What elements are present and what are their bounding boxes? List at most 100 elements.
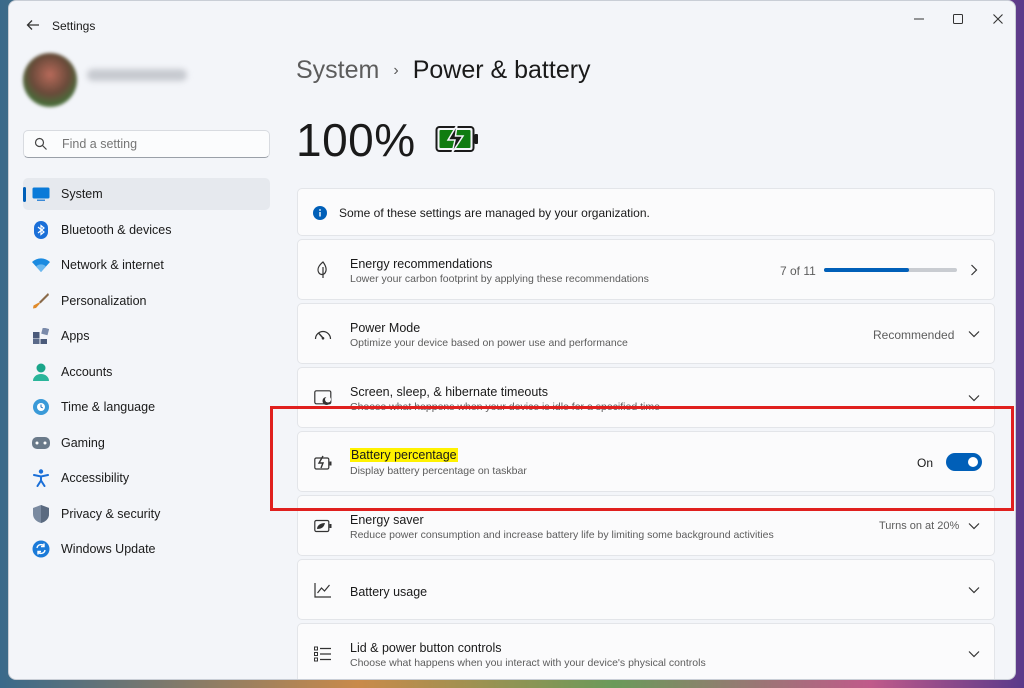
energy-progress-bar	[824, 268, 957, 272]
screen-sleep-card[interactable]: Screen, sleep, & hibernate timeouts Choo…	[297, 367, 995, 428]
energy-saver-desc: Reduce power consumption and increase ba…	[350, 529, 774, 541]
sidebar-item-label: Bluetooth & devices	[61, 222, 172, 237]
chevron-down-icon[interactable]	[967, 647, 981, 661]
screen-sleep-desc: Choose what happens when your device is …	[350, 401, 660, 413]
minimize-button[interactable]	[905, 9, 933, 29]
bluetooth-icon	[31, 220, 51, 240]
sidebar-item-label: Gaming	[61, 435, 105, 450]
list-icon	[313, 644, 333, 664]
gamepad-icon	[31, 433, 51, 453]
close-button[interactable]	[984, 9, 1012, 29]
info-icon	[313, 206, 327, 220]
power-mode-title: Power Mode	[350, 321, 421, 335]
sidebar-item-personalization[interactable]: Personalization	[23, 285, 270, 317]
sidebar-item-apps[interactable]: Apps	[23, 320, 270, 352]
sidebar-item-accounts[interactable]: Accounts	[23, 356, 270, 388]
battery-percentage-toggle[interactable]	[946, 453, 982, 471]
battery-saver-icon	[313, 452, 333, 472]
settings-window: Settings System Bluetooth & devices	[8, 0, 1016, 680]
battery-percentage-title: Battery percentage	[350, 448, 458, 462]
chevron-down-icon[interactable]	[967, 391, 981, 405]
chevron-down-icon[interactable]	[967, 327, 981, 341]
maximize-icon	[953, 14, 963, 24]
battery-percentage-card[interactable]: Battery percentage Display battery perce…	[297, 431, 995, 492]
sidebar-nav: System Bluetooth & devices Network & int…	[23, 178, 270, 569]
sidebar-item-time-language[interactable]: Time & language	[23, 391, 270, 423]
lid-title: Lid & power button controls	[350, 641, 502, 655]
brush-icon	[31, 291, 51, 311]
energy-progress-fill	[824, 268, 909, 272]
minimize-icon	[914, 18, 924, 20]
avatar[interactable]	[23, 53, 77, 107]
chevron-down-icon[interactable]	[967, 583, 981, 597]
wifi-icon	[31, 255, 51, 275]
sidebar-item-label: Accounts	[61, 364, 113, 379]
sidebar-item-windows-update[interactable]: Windows Update	[23, 533, 270, 565]
chart-icon	[313, 580, 333, 600]
energy-saver-card[interactable]: Energy saver Reduce power consumption an…	[297, 495, 995, 556]
maximize-button[interactable]	[944, 9, 972, 29]
shield-icon	[31, 504, 51, 524]
org-notice-card: Some of these settings are managed by yo…	[297, 188, 995, 236]
battery-usage-card[interactable]: Battery usage	[297, 559, 995, 620]
energy-saver-icon	[313, 516, 333, 536]
sidebar-item-label: Time & language	[61, 400, 156, 414]
breadcrumb: System › Power & battery	[296, 56, 591, 85]
highlight: Battery percentage	[350, 448, 458, 462]
breadcrumb-parent[interactable]: System	[296, 56, 379, 85]
chevron-down-icon[interactable]	[967, 519, 981, 533]
sidebar-item-gaming[interactable]: Gaming	[23, 427, 270, 459]
search-icon	[34, 137, 47, 150]
back-button[interactable]	[21, 13, 45, 37]
apps-icon	[31, 326, 51, 346]
sidebar-item-network[interactable]: Network & internet	[23, 249, 270, 281]
search-box[interactable]	[23, 130, 270, 158]
power-mode-desc: Optimize your device based on power use …	[350, 337, 628, 349]
org-notice-text: Some of these settings are managed by yo…	[339, 206, 650, 220]
power-mode-dropdown[interactable]: Recommended	[873, 328, 954, 342]
toggle-knob	[968, 457, 978, 467]
sidebar-item-label: Personalization	[61, 293, 147, 308]
back-arrow-icon	[26, 20, 39, 30]
sidebar-item-label: Apps	[61, 329, 90, 343]
title-bar: Settings	[9, 1, 1015, 49]
energy-title: Energy recommendations	[350, 257, 493, 271]
chevron-right-icon[interactable]	[967, 263, 981, 277]
energy-saver-status: Turns on at 20%	[879, 520, 960, 532]
sidebar-item-system[interactable]: System	[23, 178, 270, 210]
energy-saver-title: Energy saver	[350, 513, 424, 527]
app-title: Settings	[52, 19, 96, 33]
energy-recommendations-card[interactable]: Energy recommendations Lower your carbon…	[297, 239, 995, 300]
update-icon	[31, 539, 51, 559]
close-icon	[993, 14, 1003, 24]
profile-name-blurred	[87, 69, 187, 81]
sidebar-item-accessibility[interactable]: Accessibility	[23, 462, 270, 494]
accessibility-icon	[31, 468, 51, 488]
accounts-icon	[31, 362, 51, 382]
sidebar-item-label: Windows Update	[61, 542, 156, 556]
breadcrumb-separator: ›	[393, 61, 399, 79]
battery-usage-title: Battery usage	[350, 585, 428, 599]
globe-icon	[31, 397, 51, 417]
lid-power-card[interactable]: Lid & power button controls Choose what …	[297, 623, 995, 679]
screen-sleep-title: Screen, sleep, & hibernate timeouts	[350, 385, 549, 399]
sidebar-item-label: Privacy & security	[61, 506, 161, 521]
sidebar-item-privacy[interactable]: Privacy & security	[23, 498, 270, 530]
screen-sleep-icon	[313, 388, 333, 408]
sidebar-item-bluetooth[interactable]: Bluetooth & devices	[23, 214, 270, 246]
sidebar-item-label: System	[61, 187, 103, 201]
battery-percentage-readout: 100%	[296, 114, 416, 166]
energy-count: 7 of 11	[780, 264, 816, 278]
power-mode-icon	[313, 324, 333, 344]
leaf-icon	[313, 260, 333, 280]
page-title: Power & battery	[412, 56, 591, 84]
system-icon	[31, 184, 51, 204]
lid-desc: Choose what happens when you interact wi…	[350, 657, 706, 669]
search-input[interactable]	[62, 136, 262, 152]
toggle-state-label: On	[917, 456, 934, 470]
power-mode-card[interactable]: Power Mode Optimize your device based on…	[297, 303, 995, 364]
energy-desc: Lower your carbon footprint by applying …	[350, 273, 649, 285]
sidebar-item-label: Accessibility	[61, 471, 130, 485]
battery-percentage-desc: Display battery percentage on taskbar	[350, 465, 527, 477]
charging-battery-icon	[435, 125, 478, 153]
